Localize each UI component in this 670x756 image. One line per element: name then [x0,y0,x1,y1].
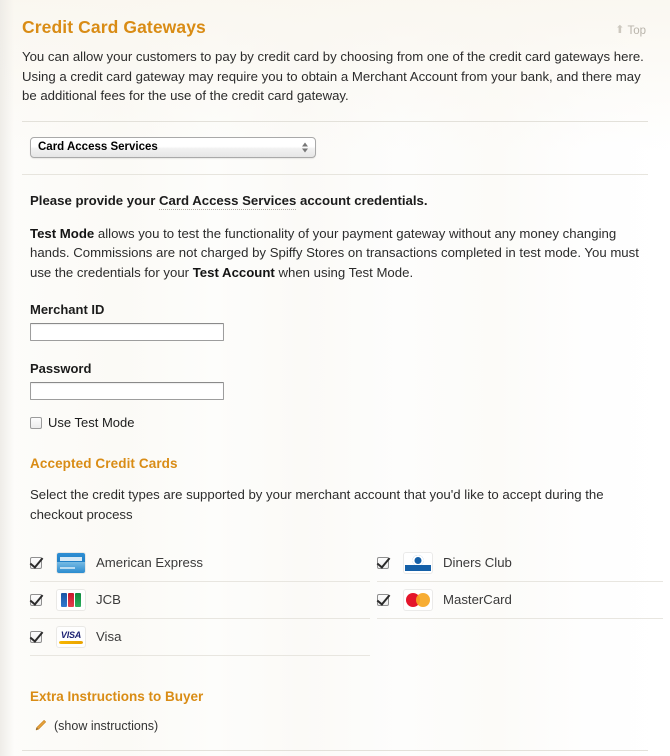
divider-under-select [22,173,648,175]
card-row-american-express[interactable]: American Express [30,545,370,582]
card-label: Visa [96,629,122,645]
cards-column-right: Diners Club MasterCard [370,545,663,656]
credit-card-gateways-page: Credit Card Gateways ⬆ Top You can allow… [0,0,670,756]
back-to-top-label: Top [627,24,646,37]
visa-card-icon: VISA [57,626,85,647]
use-test-mode-label: Use Test Mode [48,415,135,431]
test-mode-text-part2: when using Test Mode. [274,264,414,280]
intro-paragraph: You can allow your customers to pay by c… [22,49,644,104]
test-mode-description: Test Mode allows you to test the functio… [30,224,648,283]
card-row-jcb[interactable]: JCB [30,582,370,619]
merchant-id-input[interactable] [30,323,224,342]
page-title: Credit Card Gateways [22,17,206,37]
diners-club-card-icon [404,552,432,573]
card-row-mastercard[interactable]: MasterCard [377,582,663,619]
divider-top [22,120,648,122]
gateway-name-inline: Card Access Services [159,192,297,210]
credentials-prompt: Please provide your Card Access Services… [30,192,648,210]
mastercard-checkbox[interactable] [377,593,389,606]
page-header: Credit Card Gateways ⬆ Top [22,0,648,38]
password-input[interactable] [30,382,224,401]
show-instructions-label: (show instructions) [54,718,159,733]
back-to-top-link[interactable]: ⬆ Top [615,25,648,37]
amex-card-icon [57,552,85,573]
gateway-select-wrapper: Card Access Services [30,136,316,158]
arrow-up-icon: ⬆ [615,24,625,36]
test-mode-term: Test Mode [30,225,95,241]
use-test-mode-checkbox[interactable] [30,416,42,429]
divider-footer [22,749,648,751]
jcb-checkbox[interactable] [30,593,42,606]
card-label: Diners Club [443,555,512,571]
extra-instructions-heading: Extra Instructions to Buyer [30,688,204,704]
merchant-id-label: Merchant ID [30,302,105,318]
credentials-prompt-suffix: account credentials. [296,192,428,208]
card-row-visa[interactable]: VISA Visa [30,619,370,656]
card-row-diners-club[interactable]: Diners Club [377,545,663,582]
show-instructions-toggle[interactable]: (show instructions) [34,719,648,733]
mastercard-card-icon [404,589,432,610]
card-label: American Express [96,555,204,571]
visa-checkbox[interactable] [30,630,42,643]
gateway-select[interactable]: Card Access Services [30,136,316,158]
gateway-select-value: Card Access Services [38,141,158,154]
password-label: Password [30,361,92,377]
accepted-cards-heading: Accepted Credit Cards [30,456,178,472]
cards-column-left: American Express JCB VISA Visa [22,545,370,656]
pencil-icon [35,720,47,731]
test-account-term: Test Account [192,264,275,280]
jcb-card-icon [57,589,85,610]
diners-club-checkbox[interactable] [377,556,389,569]
accepted-cards-description: Select the credit types are supported by… [30,487,604,522]
accepted-cards-grid: American Express JCB VISA Visa Diners Cl… [22,545,663,656]
use-test-mode-row[interactable]: Use Test Mode [30,415,648,430]
card-label: JCB [96,592,121,608]
american-express-checkbox[interactable] [30,556,42,569]
credentials-prompt-prefix: Please provide your [30,192,159,208]
card-label: MasterCard [443,592,512,608]
